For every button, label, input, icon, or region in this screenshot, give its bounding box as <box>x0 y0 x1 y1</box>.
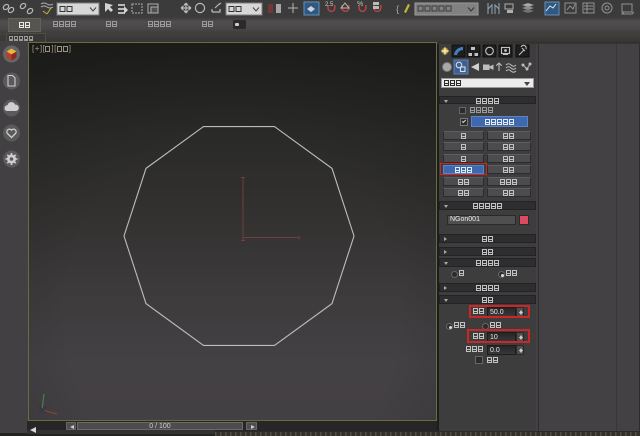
svg-text:2.5: 2.5 <box>325 2 334 8</box>
svg-text:{: { <box>396 4 399 14</box>
svg-text:%: % <box>357 1 363 8</box>
